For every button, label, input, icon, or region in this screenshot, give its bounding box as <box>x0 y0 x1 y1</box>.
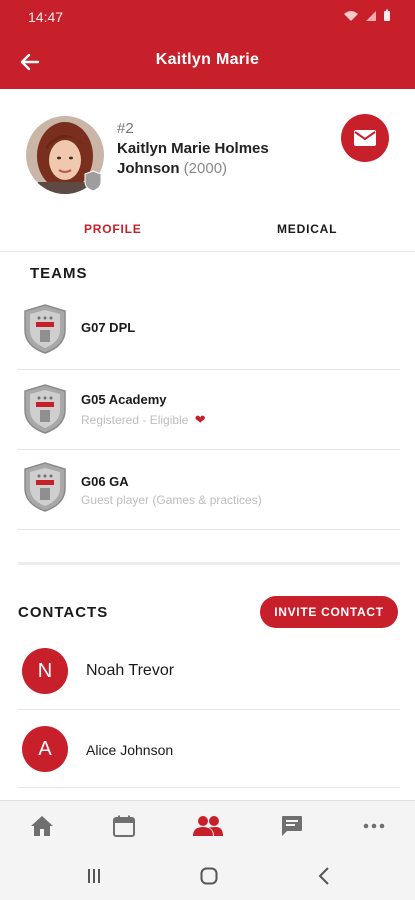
recent-apps-button[interactable] <box>82 865 106 887</box>
recent-apps-icon <box>88 869 100 883</box>
team-name: G07 DPL <box>81 320 136 335</box>
shield-badge-icon <box>84 170 102 192</box>
player-full-name: Kaitlyn Marie Holmes <box>117 140 269 157</box>
team-name: G05 Academy <box>81 392 167 407</box>
contact-name: Alice Johnson <box>86 742 174 758</box>
player-profile: #2 Kaitlyn Marie Holmes Johnson (2000) <box>0 108 415 200</box>
teams-section-title: TEAMS <box>30 265 88 282</box>
chat-icon <box>282 816 302 836</box>
heart-icon: ❤ <box>194 412 206 427</box>
signal-icon <box>365 9 377 27</box>
team-name: G06 GA <box>81 474 129 489</box>
team-status: Guest player (Games & practices) <box>81 493 262 507</box>
nav-calendar[interactable] <box>110 813 138 839</box>
nav-more[interactable] <box>360 813 388 839</box>
tab-medical[interactable]: MEDICAL <box>277 222 337 236</box>
mail-icon <box>354 130 376 146</box>
profile-tabs: PROFILE MEDICAL <box>0 210 415 252</box>
status-time: 14:47 <box>28 9 64 25</box>
wifi-icon <box>343 9 359 27</box>
chevron-left-icon <box>318 867 329 885</box>
team-shield-icon <box>23 304 67 354</box>
email-button[interactable] <box>341 114 389 162</box>
contact-name: Noah Trevor <box>86 662 175 679</box>
bottom-navigation <box>0 800 415 850</box>
contact-avatar: A <box>22 726 68 772</box>
player-last-name: Johnson <box>117 160 180 177</box>
app-header: 14:47 Kaitlyn Marie <box>0 0 415 89</box>
status-bar: 14:47 <box>0 0 415 32</box>
section-divider <box>18 562 400 565</box>
home-icon <box>31 816 53 836</box>
team-row[interactable]: G06 GA Guest player (Games & practices) <box>18 450 400 530</box>
home-circle-icon <box>200 867 218 885</box>
jersey-number: #2 <box>117 120 134 137</box>
contact-row[interactable]: A Alice Johnson <box>18 710 400 788</box>
player-full-name-cont: Johnson (2000) <box>117 160 227 177</box>
contact-avatar: N <box>22 648 68 694</box>
team-shield-icon <box>23 462 67 512</box>
nav-messages[interactable] <box>278 813 306 839</box>
nav-home[interactable] <box>28 813 56 839</box>
contacts-section-title: CONTACTS <box>18 604 109 621</box>
birth-year: (2000) <box>183 160 228 177</box>
contact-row[interactable]: N Noah Trevor <box>18 632 400 710</box>
status-icons <box>343 9 391 27</box>
people-icon <box>193 816 223 836</box>
system-navigation <box>0 850 415 900</box>
team-row[interactable]: G07 DPL <box>18 290 400 370</box>
invite-contact-button[interactable]: INVITE CONTACT <box>260 596 398 628</box>
system-back-button[interactable] <box>312 865 336 887</box>
avatar[interactable] <box>26 116 104 194</box>
more-icon <box>363 823 385 829</box>
nav-people[interactable] <box>192 813 224 839</box>
team-status-text: Registered - Eligible <box>81 413 189 427</box>
team-shield-icon <box>23 384 67 434</box>
team-row[interactable]: G05 Academy Registered - Eligible ❤ <box>18 370 400 450</box>
home-system-button[interactable] <box>197 865 221 887</box>
battery-icon <box>383 9 391 27</box>
calendar-icon <box>113 815 135 837</box>
team-status: Registered - Eligible ❤ <box>81 412 206 428</box>
tab-profile[interactable]: PROFILE <box>84 222 142 236</box>
page-title: Kaitlyn Marie <box>155 51 260 68</box>
